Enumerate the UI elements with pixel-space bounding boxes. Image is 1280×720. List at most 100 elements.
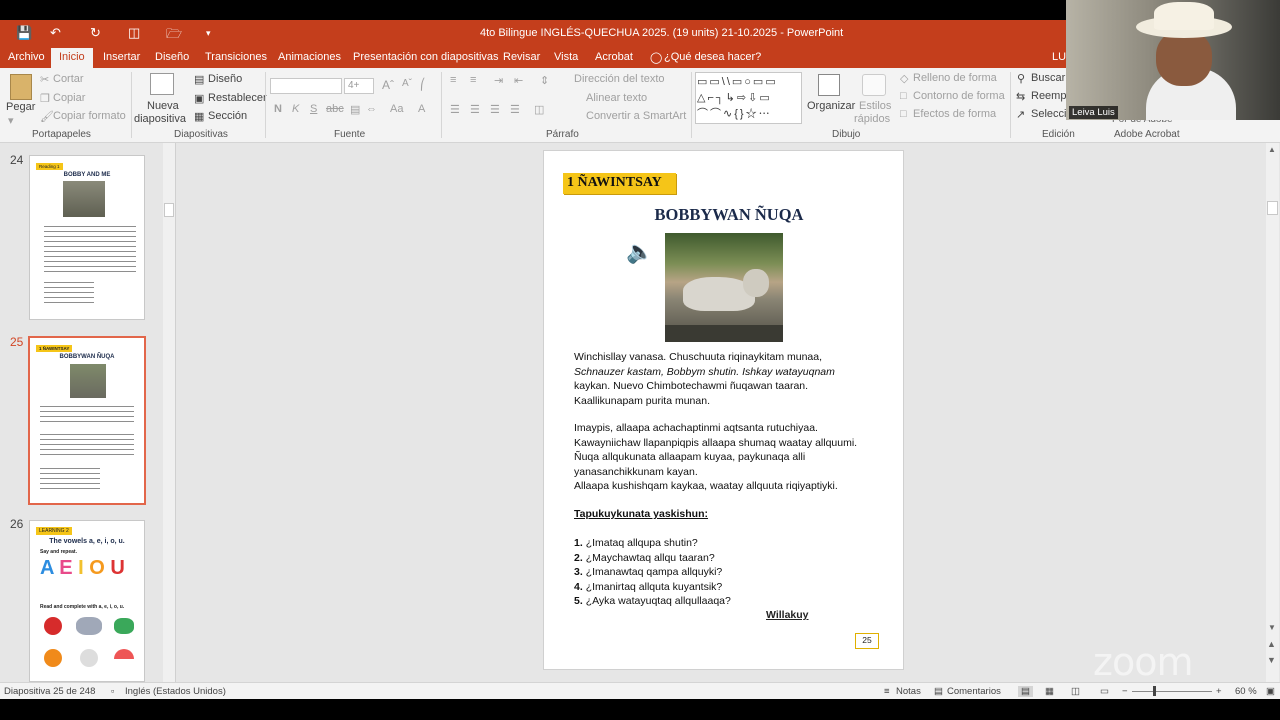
scroll-up-icon[interactable]: ▲ xyxy=(1268,145,1276,154)
tab-insertar[interactable]: Insertar xyxy=(103,51,140,63)
save-icon[interactable]: 💾 xyxy=(16,25,32,41)
align-left-icon[interactable]: ☰ xyxy=(450,103,460,116)
tab-acrobat[interactable]: Acrobat xyxy=(595,51,633,63)
shapes-gallery[interactable]: ▭▭\\▭○▭▭ △⌐┐↳⇨⇩▭ ⌒⌒∿{}☆⋯ xyxy=(695,72,802,124)
customize-toolbar-icon[interactable]: ▾ xyxy=(206,28,211,39)
dog-photo[interactable] xyxy=(665,233,783,342)
arrange-button[interactable]: Organizar xyxy=(807,100,855,112)
paste-button[interactable]: Pegar xyxy=(6,101,35,113)
prev-slide-icon[interactable]: ▲ xyxy=(1267,639,1276,649)
new-slide-label-2[interactable]: diapositiva xyxy=(134,113,186,125)
grow-font-icon[interactable]: Aˆ xyxy=(382,78,394,92)
font-size-value: 4+ xyxy=(348,80,360,91)
shape-outline-button[interactable]: Contorno de forma xyxy=(913,90,1005,102)
tab-animaciones[interactable]: Animaciones xyxy=(278,51,341,63)
thumbnail-scrollbar[interactable] xyxy=(163,143,175,682)
slide-sorter-icon[interactable]: ▦ xyxy=(1045,686,1054,697)
shadow-icon[interactable]: ▤ xyxy=(350,103,360,116)
tab-vista[interactable]: Vista xyxy=(554,51,578,63)
italic-button[interactable]: K xyxy=(292,103,299,115)
tab-inicio[interactable]: Inicio xyxy=(51,48,93,68)
smartart-button[interactable]: Convertir a SmartArt xyxy=(586,110,686,122)
columns-icon[interactable]: ◫ xyxy=(534,103,544,116)
scroll-down-icon[interactable]: ▼ xyxy=(1268,623,1276,632)
zoom-slider-track[interactable] xyxy=(1132,691,1212,692)
zoom-level[interactable]: 60 % xyxy=(1235,686,1257,697)
slide-counter[interactable]: Diapositiva 25 de 248 xyxy=(4,686,95,697)
clear-format-icon[interactable]: ⎛ xyxy=(420,78,426,91)
paste-dropdown-icon[interactable]: ▾ xyxy=(8,114,14,127)
select-button[interactable]: Selecci xyxy=(1031,108,1066,120)
normal-view-icon[interactable]: ▤ xyxy=(1018,686,1033,697)
tell-me-input[interactable]: ¿Qué desea hacer? xyxy=(664,51,761,63)
thumb-title: The vowels a, e, i, o, u. xyxy=(49,538,125,545)
slide-title[interactable]: BOBBYWAN ÑUQA xyxy=(604,205,854,225)
numbering-icon[interactable]: ≡ xyxy=(470,74,476,86)
paste-icon[interactable] xyxy=(10,74,32,100)
reset-button[interactable]: Restablecer xyxy=(208,92,267,104)
align-center-icon[interactable]: ☰ xyxy=(470,103,480,116)
open-folder-icon[interactable]: 🗁 xyxy=(166,25,182,47)
bullets-icon[interactable]: ≡ xyxy=(450,74,456,86)
zoom-slider-thumb[interactable] xyxy=(1153,686,1156,696)
section-badge[interactable]: 1 ÑAWINTSAY xyxy=(563,173,676,194)
undo-icon[interactable]: ↶ xyxy=(50,25,61,41)
tab-presentacion[interactable]: Presentación con diapositivas xyxy=(353,51,499,63)
align-right-icon[interactable]: ☰ xyxy=(490,103,500,116)
audio-speaker-icon[interactable]: 🔈 xyxy=(626,239,653,265)
find-button[interactable]: Buscar xyxy=(1031,72,1065,84)
align-text-button[interactable]: Alinear texto xyxy=(586,92,647,104)
quick-styles-icon[interactable] xyxy=(862,74,886,96)
cut-button[interactable]: Cortar xyxy=(53,73,84,85)
comments-button[interactable]: Comentarios xyxy=(947,686,1001,697)
font-name-select[interactable] xyxy=(270,78,342,94)
new-slide-label-1[interactable]: Nueva xyxy=(147,100,179,112)
copy-button[interactable]: Copiar xyxy=(53,92,85,104)
tab-transiciones[interactable]: Transiciones xyxy=(205,51,267,63)
change-case-icon[interactable]: Aa xyxy=(390,103,403,115)
slide-thumbnail-25[interactable]: 1 ÑAWINTSAY BOBBYWAN ÑUQA xyxy=(28,336,146,505)
bold-button[interactable]: N xyxy=(274,103,282,115)
font-color-icon[interactable]: A xyxy=(418,103,425,115)
font-size-select[interactable]: 4+ xyxy=(344,78,374,94)
quick-styles-label-2[interactable]: rápidos xyxy=(854,113,890,125)
slide-scrollbar[interactable]: ▲ ▼ ▲ ▼ xyxy=(1266,143,1279,682)
section-button[interactable]: Sección xyxy=(208,110,247,122)
slide-thumbnail-26[interactable]: LEARNING 2 The vowels a, e, i, o, u. Say… xyxy=(29,520,145,682)
spellcheck-icon[interactable]: ▫ xyxy=(111,686,114,697)
quick-styles-label-1[interactable]: Estilos xyxy=(859,100,891,112)
strike-button[interactable]: abc xyxy=(326,103,344,115)
slideshow-icon[interactable]: ▭ xyxy=(1100,686,1109,697)
justify-icon[interactable]: ☰ xyxy=(510,103,520,116)
line-spacing-icon[interactable]: ⇕ xyxy=(540,74,549,87)
shrink-font-icon[interactable]: Aˇ xyxy=(402,78,412,89)
shape-effects-button[interactable]: Efectos de forma xyxy=(913,108,996,120)
slide-scroll-thumb[interactable] xyxy=(1267,201,1278,215)
zoom-out-icon[interactable]: − xyxy=(1122,686,1128,697)
new-slide-icon[interactable] xyxy=(150,73,174,95)
current-slide[interactable]: 1 ÑAWINTSAY BOBBYWAN ÑUQA 🔈 Winchisllay … xyxy=(543,150,904,670)
slide-thumbnail-24[interactable]: Reading 1 BOBBY AND ME xyxy=(29,155,145,320)
tab-archivo[interactable]: Archivo xyxy=(8,51,45,63)
reading-view-icon[interactable]: ◫ xyxy=(1071,686,1080,697)
layout-button[interactable]: Diseño xyxy=(208,73,242,85)
outdent-icon[interactable]: ⇤ xyxy=(514,74,523,87)
presenter-icon[interactable]: ◫ xyxy=(128,25,140,41)
replace-button[interactable]: Reempl xyxy=(1031,90,1069,102)
indent-icon[interactable]: ⇥ xyxy=(494,74,503,87)
underline-button[interactable]: S xyxy=(310,103,317,115)
next-slide-icon[interactable]: ▼ xyxy=(1267,655,1276,665)
fit-slide-icon[interactable]: ▣ xyxy=(1266,686,1275,697)
thumbnail-scroll-thumb[interactable] xyxy=(164,203,174,217)
text-direction-button[interactable]: Dirección del texto xyxy=(574,73,665,85)
tab-diseno[interactable]: Diseño xyxy=(155,51,189,63)
language-indicator[interactable]: Inglés (Estados Unidos) xyxy=(125,686,226,697)
spacing-icon[interactable]: ⇔ xyxy=(366,103,377,115)
format-painter-button[interactable]: Copiar formato xyxy=(53,110,126,122)
notes-button[interactable]: Notas xyxy=(896,686,921,697)
arrange-icon[interactable] xyxy=(818,74,840,96)
zoom-in-icon[interactable]: + xyxy=(1216,686,1222,697)
redo-icon[interactable]: ↻ xyxy=(90,25,101,41)
tab-revisar[interactable]: Revisar xyxy=(503,51,540,63)
shape-fill-button[interactable]: Relleno de forma xyxy=(913,72,997,84)
